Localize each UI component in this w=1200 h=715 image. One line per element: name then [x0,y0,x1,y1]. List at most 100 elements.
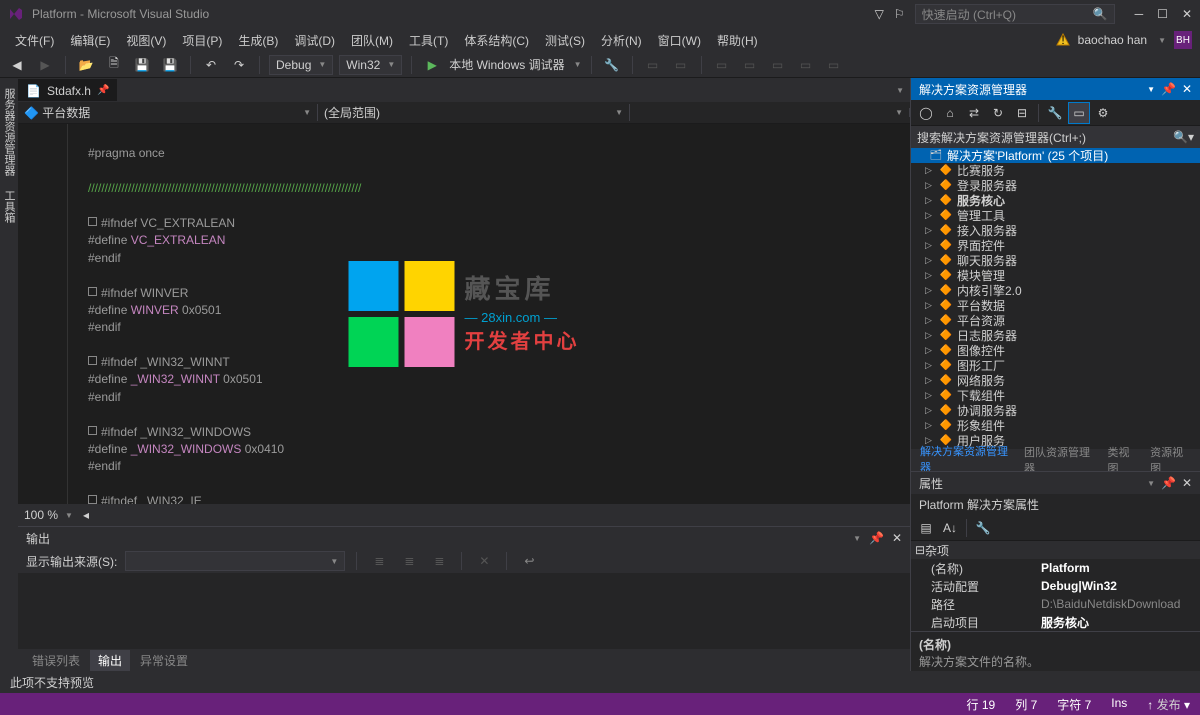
zoom-level[interactable]: 100 % [24,508,58,522]
menu-tools[interactable]: 工具(T) [402,30,455,51]
panel-pin-icon[interactable]: 📌 [1161,82,1176,96]
prop-row[interactable]: 活动配置Debug|Win32 [911,577,1200,595]
menu-window[interactable]: 窗口(W) [651,30,708,51]
output-btn-4[interactable]: ✕ [473,550,495,572]
sol-btn-home[interactable]: ⌂ [939,102,961,124]
output-btn-5[interactable]: ↩ [518,550,540,572]
user-name[interactable]: baochao han [1078,33,1147,47]
output-btn-3[interactable]: ≣ [428,550,450,572]
platform-combo[interactable]: Win32▼ [339,55,402,75]
prop-cat-button[interactable]: ▤ [915,517,937,539]
tree-item[interactable]: ▷🔶平台资源 [911,313,1200,328]
prop-row[interactable]: 路径D:\BaiduNetdiskDownload [911,595,1200,613]
output-btn-1[interactable]: ≣ [368,550,390,572]
panel-dropdown[interactable]: ▼ [853,534,861,543]
tree-item[interactable]: ▷🔶协调服务器 [911,403,1200,418]
tree-root[interactable]: 🗂解决方案'Platform' (25 个项目) [911,148,1200,163]
sol-btn-sync[interactable]: ⇄ [963,102,985,124]
sol-btn-collapse[interactable]: ⊟ [1011,102,1033,124]
panel-close-icon[interactable]: ✕ [892,531,902,545]
menu-debug[interactable]: 调试(D) [287,30,342,51]
tree-item[interactable]: ▷🔶图像控件 [911,343,1200,358]
panel-close-icon[interactable]: ✕ [1182,476,1192,490]
tree-item[interactable]: ▷🔶内核引擎2.0 [911,283,1200,298]
tb-extra-5[interactable]: ▭ [739,54,761,76]
nav-combo-3[interactable]: ▼ [630,108,910,117]
tree-item[interactable]: ▷🔶登录服务器 [911,178,1200,193]
sol-btn-back[interactable]: ◯ [915,102,937,124]
tree-item[interactable]: ▷🔶日志服务器 [911,328,1200,343]
tb-extra-7[interactable]: ▭ [795,54,817,76]
close-button[interactable]: ✕ [1182,7,1192,21]
prop-sort-button[interactable]: A↓ [939,517,961,539]
tree-item[interactable]: ▷🔶比赛服务 [911,163,1200,178]
menu-help[interactable]: 帮助(H) [710,30,765,51]
tb-extra-3[interactable]: ▭ [670,54,692,76]
tree-item[interactable]: ▷🔶图形工厂 [911,358,1200,373]
save-button[interactable]: 💾 [131,54,153,76]
tree-item[interactable]: ▷🔶形象组件 [911,418,1200,433]
maximize-button[interactable]: ☐ [1157,7,1168,21]
config-combo[interactable]: Debug▼ [269,55,333,75]
sol-btn-wrench[interactable]: 🔧 [1044,102,1066,124]
nav-back-button[interactable]: ◀ [6,54,28,76]
minimize-button[interactable]: ─ [1135,7,1144,21]
tree-item[interactable]: ▷🔶下载组件 [911,388,1200,403]
prop-row[interactable]: (名称)Platform [911,559,1200,577]
panel-close-icon[interactable]: ✕ [1182,82,1192,96]
tab-dropdown-button[interactable]: ▼ [890,86,910,95]
code-editor[interactable]: #pragma once ///////////////////////////… [18,124,910,504]
menu-project[interactable]: 项目(P) [175,30,229,51]
tab-error-list[interactable]: 错误列表 [24,650,88,671]
nav-fwd-button[interactable]: ▶ [34,54,56,76]
solution-search-input[interactable]: 搜索解决方案资源管理器(Ctrl+;) 🔍▾ [911,126,1200,148]
tree-item[interactable]: ▷🔶平台数据 [911,298,1200,313]
menu-view[interactable]: 视图(V) [119,30,173,51]
tree-item[interactable]: ▷🔶界面控件 [911,238,1200,253]
tb-extra-1[interactable]: 🔧 [601,54,623,76]
prop-wrench-button[interactable]: 🔧 [972,517,994,539]
new-project-button[interactable]: 📂 [75,54,97,76]
member-combo[interactable]: (全局范围)▼ [318,104,630,121]
solution-tree[interactable]: 🗂解决方案'Platform' (25 个项目)▷🔶比赛服务▷🔶登录服务器▷🔶服… [911,148,1200,449]
menu-file[interactable]: 文件(F) [8,30,61,51]
menu-build[interactable]: 生成(B) [231,30,285,51]
start-debug-label[interactable]: 本地 Windows 调试器 [449,56,564,73]
tb-extra-2[interactable]: ▭ [642,54,664,76]
tree-item[interactable]: ▷🔶管理工具 [911,208,1200,223]
pin-icon[interactable]: 📌 [97,85,109,96]
output-btn-2[interactable]: ≣ [398,550,420,572]
save-all-button[interactable]: 💾 [159,54,181,76]
undo-button[interactable]: ↶ [200,54,222,76]
tree-item[interactable]: ▷🔶模块管理 [911,268,1200,283]
tb-extra-4[interactable]: ▭ [711,54,733,76]
tb-extra-8[interactable]: ▭ [823,54,845,76]
open-button[interactable]: 🗎 [103,54,125,76]
tree-item[interactable]: ▷🔶接入服务器 [911,223,1200,238]
quick-launch-input[interactable]: 快速启动 (Ctrl+Q) 🔍 [915,4,1115,24]
filter-icon[interactable]: ▽ [875,7,884,21]
sol-btn-showall[interactable]: ▭ [1068,102,1090,124]
prop-category[interactable]: 杂项 [925,542,949,559]
menu-team[interactable]: 团队(M) [344,30,400,51]
menu-analyze[interactable]: 分析(N) [594,30,649,51]
menu-arch[interactable]: 体系结构(C) [457,30,536,51]
notify-icon[interactable]: ⚐ [894,7,905,21]
sidebar-tab-toolbox[interactable]: 工具箱 [1,184,17,229]
start-debug-button[interactable]: ▶ [421,54,443,76]
sol-btn-refresh[interactable]: ↻ [987,102,1009,124]
redo-button[interactable]: ↷ [228,54,250,76]
menu-test[interactable]: 测试(S) [538,30,592,51]
output-body[interactable] [18,573,910,649]
tab-output[interactable]: 输出 [90,650,130,671]
tree-item[interactable]: ▷🔶网络服务 [911,373,1200,388]
tb-extra-6[interactable]: ▭ [767,54,789,76]
user-badge[interactable]: BH [1174,31,1192,49]
user-dropdown-icon[interactable]: ▼ [1158,36,1166,45]
panel-pin-icon[interactable]: 📌 [869,531,884,545]
menu-edit[interactable]: 编辑(E) [63,30,117,51]
output-source-combo[interactable]: ▼ [125,551,345,571]
sidebar-tab-server-explorer[interactable]: 服务器资源管理器 [1,82,17,182]
panel-pin-icon[interactable]: 📌 [1161,476,1176,490]
tab-exception[interactable]: 异常设置 [132,650,196,671]
